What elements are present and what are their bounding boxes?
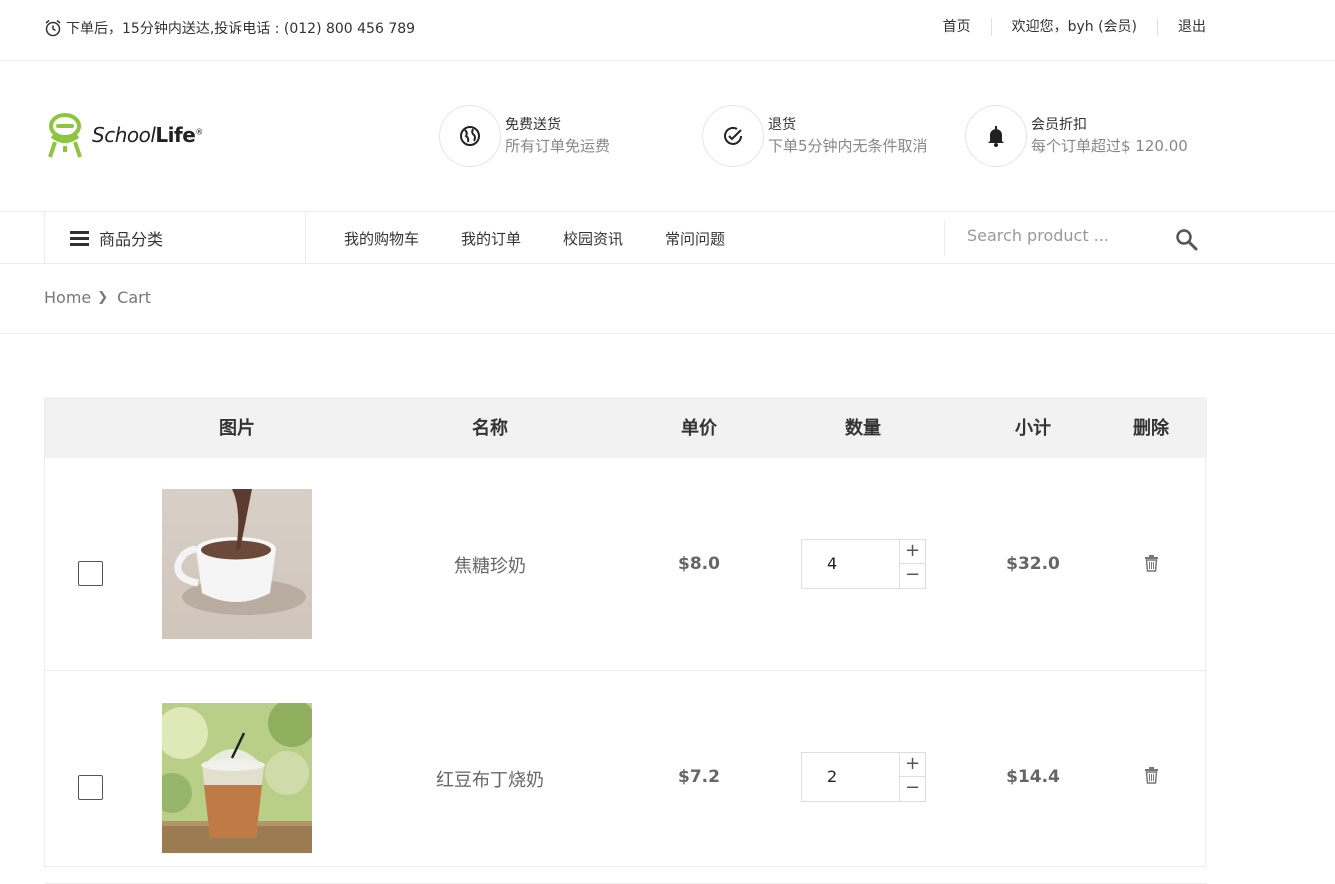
quantity-increase-button[interactable]: + xyxy=(900,753,925,777)
iced-milk-tea-image xyxy=(162,703,312,853)
top-links: 首页 欢迎您，byh (会员) 退出 xyxy=(923,18,1206,36)
logout-link[interactable]: 退出 xyxy=(1157,18,1206,36)
delivery-notice: 下单后，15分钟内送达,投诉电话 : (012) 800 456 789 xyxy=(44,18,415,38)
delivery-notice-text: 下单后，15分钟内送达,投诉电话 : (012) 800 456 789 xyxy=(66,21,416,37)
quantity-input[interactable]: 2 xyxy=(802,753,900,801)
quantity-stepper[interactable]: 4 + − xyxy=(801,539,926,589)
quantity-stepper[interactable]: 2 + − xyxy=(801,752,926,802)
feature-subtitle: 所有订单免运费 xyxy=(505,137,611,155)
quantity-decrease-button[interactable]: − xyxy=(900,777,925,801)
breadcrumb-current: Cart xyxy=(117,288,151,307)
bell-icon xyxy=(988,126,1004,147)
feature-member-discount: 会员折扣 每个订单超过$ 120.00 xyxy=(965,105,1188,167)
quantity-increase-button[interactable]: + xyxy=(900,540,925,564)
feature-title: 会员折扣 xyxy=(1031,117,1087,133)
quantity-input[interactable]: 4 xyxy=(802,540,900,588)
row-subtotal: $32.0 xyxy=(1006,554,1060,574)
row-subtotal: $14.4 xyxy=(1006,767,1060,787)
logo-text: SchoolLife® xyxy=(92,123,203,147)
top-bar: 下单后，15分钟内送达,投诉电话 : (012) 800 456 789 首页 … xyxy=(0,0,1335,61)
column-header-name: 名称 xyxy=(472,418,508,439)
user-welcome-link[interactable]: 欢迎您，byh (会员) xyxy=(990,18,1157,36)
hamburger-icon xyxy=(70,228,89,249)
category-label: 商品分类 xyxy=(99,230,164,249)
column-header-delete: 删除 xyxy=(1133,418,1169,439)
nav-item-cart[interactable]: 我的购物车 xyxy=(344,228,419,249)
nav-item-faq[interactable]: 常问问题 xyxy=(665,228,725,249)
breadcrumb-home[interactable]: Home xyxy=(44,288,91,307)
feature-subtitle: 每个订单超过$ 120.00 xyxy=(1031,137,1188,155)
chevron-right-icon: ❯ xyxy=(97,290,109,305)
hot-chocolate-image xyxy=(162,489,312,639)
table-row: 焦糖珍奶 $8.0 4 + − $32.0 xyxy=(45,458,1207,671)
feature-title: 退货 xyxy=(768,117,796,133)
globe-icon xyxy=(460,126,480,146)
column-header-subtotal: 小计 xyxy=(1015,418,1051,439)
trash-icon[interactable] xyxy=(1144,555,1159,572)
nav-menu: 我的购物车 我的订单 校园资讯 常问问题 xyxy=(344,212,767,264)
feature-returns: 退货 下单5分钟内无条件取消 xyxy=(702,105,928,167)
check-circle-icon xyxy=(724,126,742,145)
logo-mascot-icon xyxy=(48,113,82,158)
row-select-checkbox[interactable] xyxy=(78,775,103,800)
main-nav: 商品分类 我的购物车 我的订单 校园资讯 常问问题 Search product… xyxy=(0,212,1335,264)
product-name[interactable]: 焦糖珍奶 xyxy=(454,552,526,578)
row-select-checkbox[interactable] xyxy=(78,561,103,586)
site-logo[interactable]: SchoolLife® xyxy=(44,112,203,158)
cart-table: 图片 名称 单价 数量 小计 删除 焦糖珍奶 $8.0 4 + − $32.0 … xyxy=(44,397,1207,884)
unit-price: $8.0 xyxy=(678,554,720,574)
site-header: SchoolLife® 免费送货 所有订单免运费 退货 下单5分钟内无条件取消 xyxy=(0,61,1335,212)
home-link[interactable]: 首页 xyxy=(923,18,991,36)
search-icon[interactable] xyxy=(1175,228,1199,252)
trash-icon[interactable] xyxy=(1144,767,1159,784)
unit-price: $7.2 xyxy=(678,767,720,787)
product-name[interactable]: 红豆布丁烧奶 xyxy=(436,766,544,792)
feature-free-shipping: 免费送货 所有订单免运费 xyxy=(439,105,610,167)
table-header: 图片 名称 单价 数量 小计 删除 xyxy=(45,397,1207,458)
table-row: 红豆布丁烧奶 $7.2 2 + − $14.4 xyxy=(45,671,1207,884)
category-menu-button[interactable]: 商品分类 xyxy=(44,212,306,264)
column-header-quantity: 数量 xyxy=(845,418,881,439)
feature-title: 免费送货 xyxy=(505,117,561,133)
nav-item-orders[interactable]: 我的订单 xyxy=(461,228,521,249)
nav-item-news[interactable]: 校园资讯 xyxy=(563,228,623,249)
search-box[interactable]: Search product ... xyxy=(944,220,1206,256)
feature-subtitle: 下单5分钟内无条件取消 xyxy=(768,137,928,155)
breadcrumb: Home ❯ Cart xyxy=(0,264,1335,334)
column-header-image: 图片 xyxy=(219,418,255,439)
quantity-decrease-button[interactable]: − xyxy=(900,564,925,588)
product-image[interactable] xyxy=(162,489,312,639)
product-image[interactable] xyxy=(162,703,312,853)
column-header-price: 单价 xyxy=(681,418,717,439)
search-input[interactable]: Search product ... xyxy=(967,226,1109,245)
alarm-clock-icon xyxy=(45,19,61,37)
